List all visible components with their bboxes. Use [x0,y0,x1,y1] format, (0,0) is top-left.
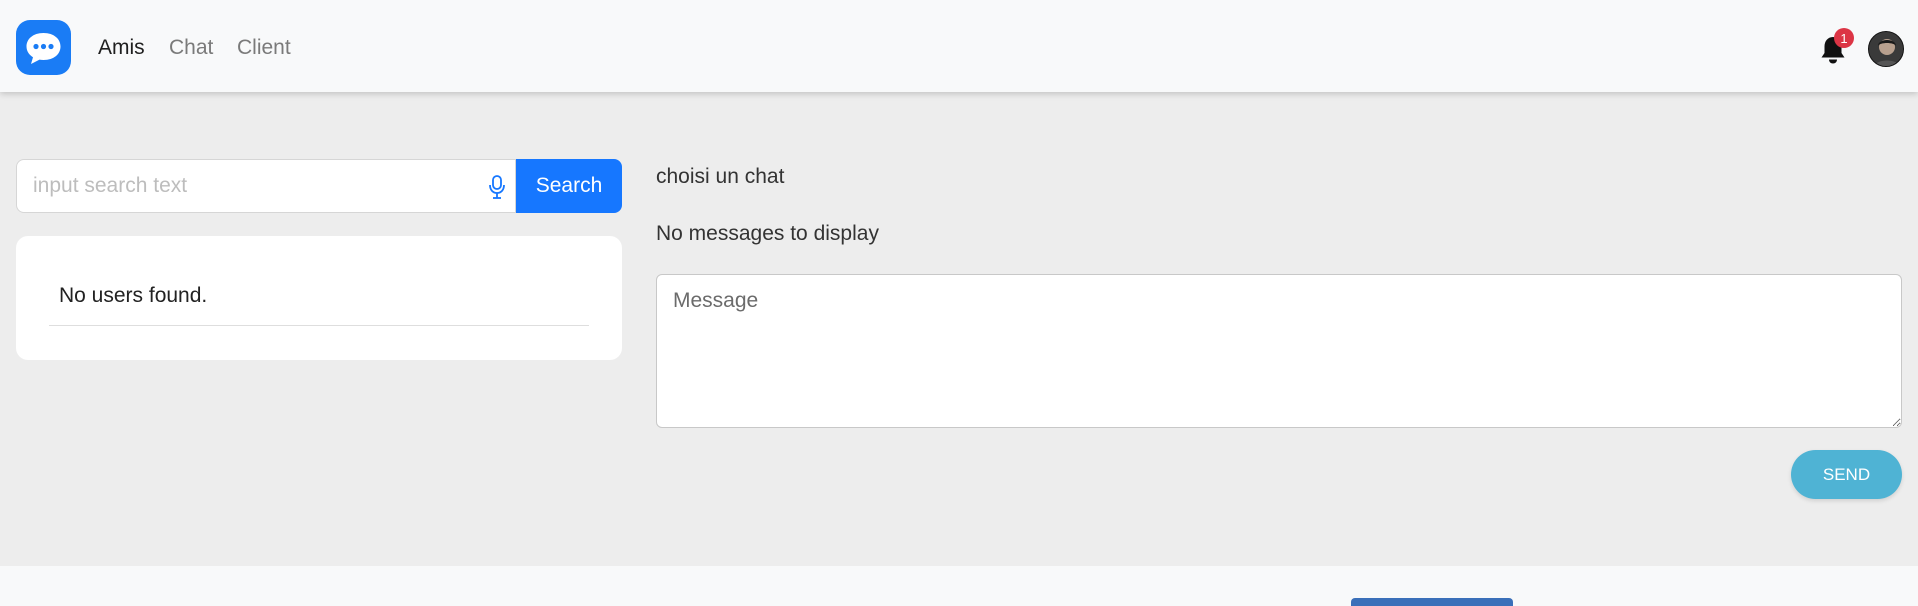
search-field-wrapper [16,159,516,213]
footer-button[interactable] [1351,598,1513,606]
no-users-message: No users found. [59,284,208,307]
nav-link-amis[interactable]: Amis [98,36,145,60]
nav-link-chat[interactable]: Chat [169,36,213,60]
microphone-icon[interactable] [487,174,507,200]
chat-title: choisi un chat [656,165,785,188]
search-bar: Search [16,159,622,213]
users-list-card: No users found. [16,236,622,360]
send-button[interactable]: SEND [1791,450,1902,499]
message-textarea[interactable] [656,274,1902,428]
notification-badge: 1 [1834,28,1854,48]
list-divider [49,325,589,326]
search-input[interactable] [17,160,477,212]
no-messages-text: No messages to display [656,222,879,245]
search-button[interactable]: Search [516,159,622,213]
footer [0,566,1918,606]
user-avatar[interactable] [1868,31,1904,67]
top-navbar: Amis Chat Client 1 [0,0,1918,92]
chat-bubble-icon[interactable] [16,20,71,75]
nav-link-client[interactable]: Client [237,36,291,60]
